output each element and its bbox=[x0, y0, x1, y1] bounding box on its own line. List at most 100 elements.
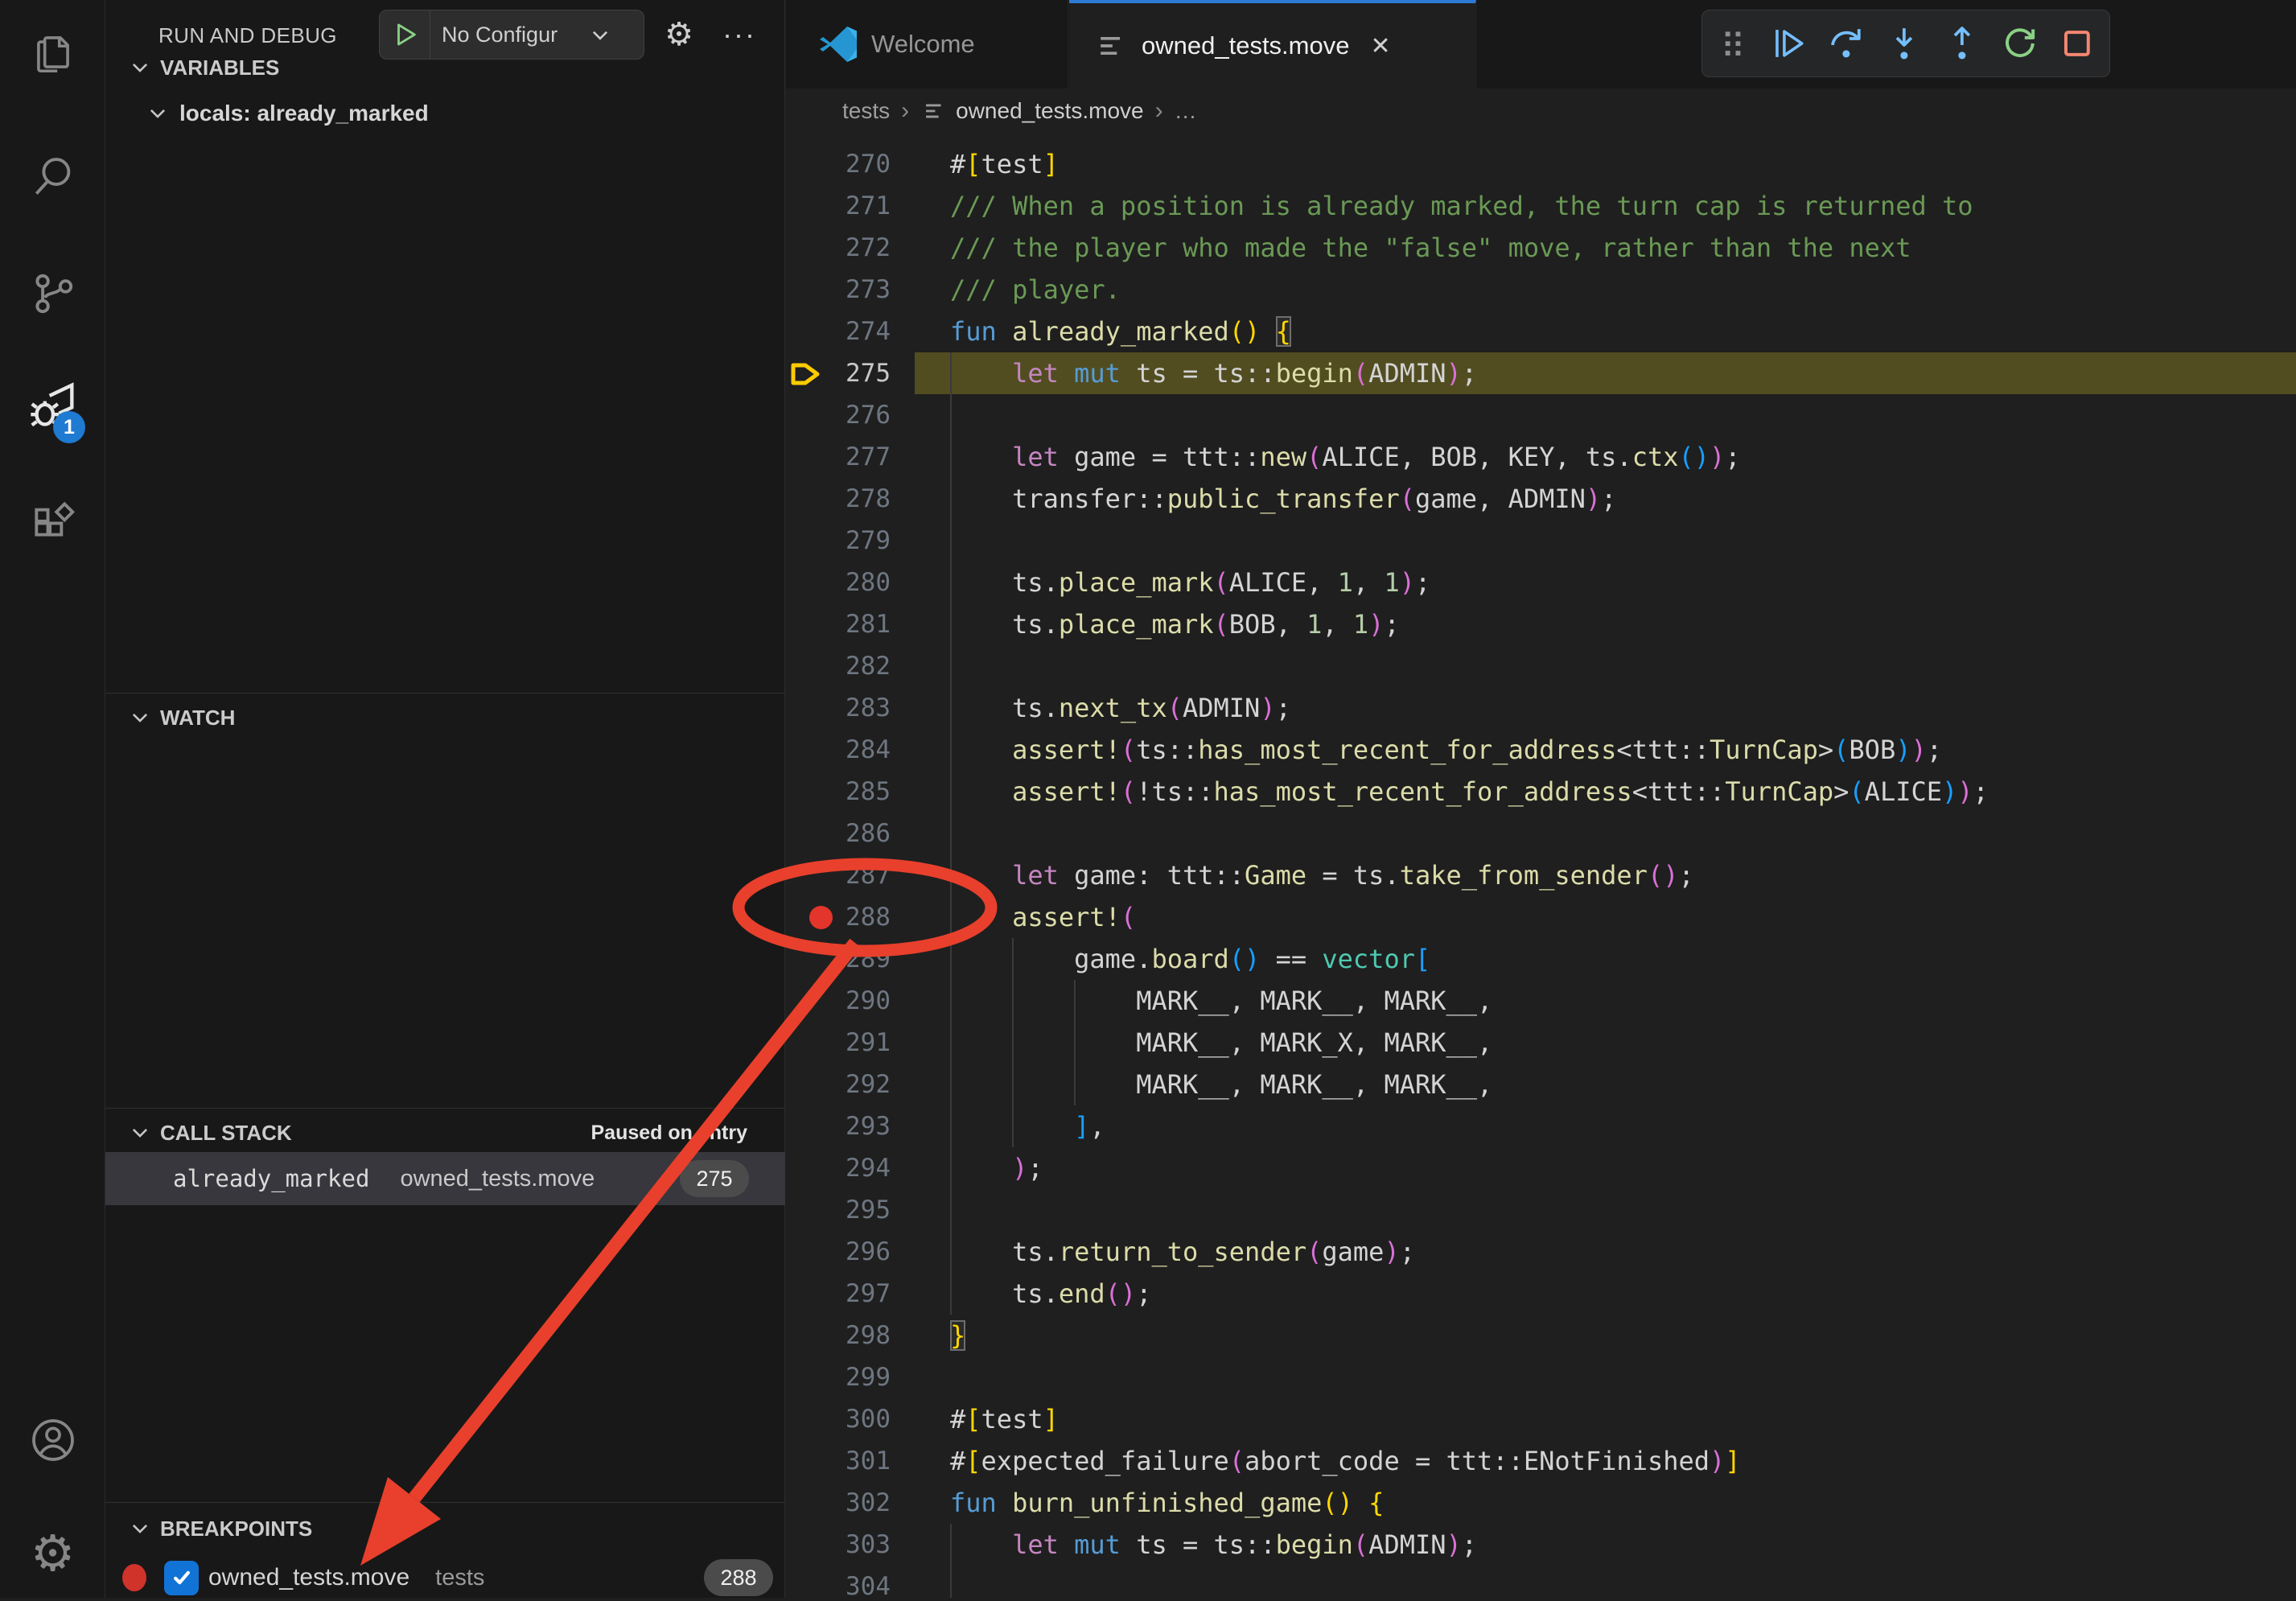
sidebar-item-search[interactable] bbox=[0, 138, 105, 216]
gutter[interactable]: 273 bbox=[786, 269, 915, 311]
code-line-297[interactable]: 297 ts.end(); bbox=[786, 1273, 2296, 1315]
gutter[interactable]: 272 bbox=[786, 227, 915, 269]
step-over-button[interactable] bbox=[1827, 24, 1866, 63]
code-line-285[interactable]: 285 assert!(!ts::has_most_recent_for_add… bbox=[786, 771, 2296, 813]
section-variables[interactable]: VARIABLES bbox=[105, 50, 785, 85]
code-line-301[interactable]: 301#[expected_failure(abort_code = ttt::… bbox=[786, 1440, 2296, 1482]
gutter[interactable]: 275 bbox=[786, 352, 915, 394]
code-line-291[interactable]: 291 MARK__, MARK_X, MARK__, bbox=[786, 1022, 2296, 1064]
code-line-280[interactable]: 280 ts.place_mark(ALICE, 1, 1); bbox=[786, 562, 2296, 603]
gutter[interactable]: 290 bbox=[786, 980, 915, 1022]
gutter[interactable]: 301 bbox=[786, 1440, 915, 1482]
gutter[interactable]: 289 bbox=[786, 938, 915, 980]
code-line-281[interactable]: 281 ts.place_mark(BOB, 1, 1); bbox=[786, 603, 2296, 645]
gutter[interactable]: 298 bbox=[786, 1315, 915, 1356]
code-line-302[interactable]: 302fun burn_unfinished_game() { bbox=[786, 1482, 2296, 1524]
code-line-298[interactable]: 298} bbox=[786, 1315, 2296, 1356]
gutter[interactable]: 274 bbox=[786, 311, 915, 352]
gutter[interactable]: 285 bbox=[786, 771, 915, 813]
code-line-292[interactable]: 292 MARK__, MARK__, MARK__, bbox=[786, 1064, 2296, 1105]
code-line-273[interactable]: 273/// player. bbox=[786, 269, 2296, 311]
code-line-270[interactable]: 270#[test] bbox=[786, 143, 2296, 185]
breakpoint-checkbox[interactable] bbox=[164, 1561, 199, 1595]
gutter[interactable]: 276 bbox=[786, 394, 915, 436]
code-line-274[interactable]: 274fun already_marked() { bbox=[786, 311, 2296, 352]
code-line-283[interactable]: 283 ts.next_tx(ADMIN); bbox=[786, 687, 2296, 729]
breadcrumb-folder[interactable]: tests bbox=[842, 98, 890, 124]
continue-button[interactable] bbox=[1770, 24, 1808, 63]
sidebar-item-explorer[interactable] bbox=[0, 14, 105, 91]
variables-scope-locals[interactable]: locals: already_marked bbox=[105, 95, 785, 132]
gutter[interactable]: 282 bbox=[786, 645, 915, 687]
code-line-295[interactable]: 295 bbox=[786, 1189, 2296, 1231]
drag-handle-icon[interactable] bbox=[1715, 26, 1751, 61]
gutter[interactable]: 296 bbox=[786, 1231, 915, 1273]
section-watch[interactable]: WATCH bbox=[105, 700, 785, 735]
sidebar-item-run-and-debug[interactable]: 1 bbox=[0, 368, 105, 445]
gutter[interactable]: 291 bbox=[786, 1022, 915, 1064]
breadcrumb-more[interactable]: … bbox=[1175, 98, 1197, 124]
code-line-278[interactable]: 278 transfer::public_transfer(game, ADMI… bbox=[786, 478, 2296, 520]
code-area[interactable]: 270#[test]271/// When a position is alre… bbox=[786, 134, 2296, 1598]
gutter[interactable]: 271 bbox=[786, 185, 915, 227]
section-breakpoints[interactable]: BREAKPOINTS bbox=[105, 1511, 785, 1546]
sidebar-item-source-control[interactable] bbox=[0, 255, 105, 332]
code-line-279[interactable]: 279 bbox=[786, 520, 2296, 562]
code-line-294[interactable]: 294 ); bbox=[786, 1147, 2296, 1189]
accounts-icon[interactable] bbox=[0, 1401, 105, 1479]
code-line-299[interactable]: 299 bbox=[786, 1356, 2296, 1398]
gutter[interactable]: 304 bbox=[786, 1566, 915, 1598]
start-debug-icon[interactable] bbox=[380, 21, 430, 48]
code-line-290[interactable]: 290 MARK__, MARK__, MARK__, bbox=[786, 980, 2296, 1022]
line-number: 302 bbox=[810, 1482, 891, 1524]
code-line-271[interactable]: 271/// When a position is already marked… bbox=[786, 185, 2296, 227]
tab-owned-tests[interactable]: owned_tests.move ✕ bbox=[1069, 0, 1476, 88]
code-line-300[interactable]: 300#[test] bbox=[786, 1398, 2296, 1440]
code-line-282[interactable]: 282 bbox=[786, 645, 2296, 687]
gutter[interactable]: 283 bbox=[786, 687, 915, 729]
gutter[interactable]: 277 bbox=[786, 436, 915, 478]
code-line-287[interactable]: 287 let game: ttt::Game = ts.take_from_s… bbox=[786, 854, 2296, 896]
gutter[interactable]: 284 bbox=[786, 729, 915, 771]
code-line-277[interactable]: 277 let game = ttt::new(ALICE, BOB, KEY,… bbox=[786, 436, 2296, 478]
step-into-button[interactable] bbox=[1885, 24, 1924, 63]
gutter[interactable]: 295 bbox=[786, 1189, 915, 1231]
gutter[interactable]: 299 bbox=[786, 1356, 915, 1398]
gutter[interactable]: 278 bbox=[786, 478, 915, 520]
gutter[interactable]: 297 bbox=[786, 1273, 915, 1315]
code-line-288[interactable]: 288 assert!( bbox=[786, 896, 2296, 938]
code-line-296[interactable]: 296 ts.return_to_sender(game); bbox=[786, 1231, 2296, 1273]
step-out-button[interactable] bbox=[1943, 24, 1981, 63]
code-line-276[interactable]: 276 bbox=[786, 394, 2296, 436]
sidebar-item-extensions[interactable] bbox=[0, 487, 105, 564]
gutter[interactable]: 287 bbox=[786, 854, 915, 896]
gutter[interactable]: 300 bbox=[786, 1398, 915, 1440]
code-line-272[interactable]: 272/// the player who made the "false" m… bbox=[786, 227, 2296, 269]
code-line-304[interactable]: 304 bbox=[786, 1566, 2296, 1598]
gutter[interactable]: 288 bbox=[786, 896, 915, 938]
gutter[interactable]: 292 bbox=[786, 1064, 915, 1105]
gutter[interactable]: 302 bbox=[786, 1482, 915, 1524]
code-line-284[interactable]: 284 assert!(ts::has_most_recent_for_addr… bbox=[786, 729, 2296, 771]
gutter[interactable]: 281 bbox=[786, 603, 915, 645]
gutter[interactable]: 270 bbox=[786, 143, 915, 185]
restart-button[interactable] bbox=[2001, 24, 2039, 63]
code-line-303[interactable]: 303 let mut ts = ts::begin(ADMIN); bbox=[786, 1524, 2296, 1566]
stop-button[interactable] bbox=[2058, 24, 2096, 63]
gutter[interactable]: 303 bbox=[786, 1524, 915, 1566]
gutter[interactable]: 279 bbox=[786, 520, 915, 562]
code-line-286[interactable]: 286 bbox=[786, 813, 2296, 854]
code-line-275[interactable]: 275 let mut ts = ts::begin(ADMIN); bbox=[786, 352, 2296, 394]
gutter[interactable]: 294 bbox=[786, 1147, 915, 1189]
close-icon[interactable]: ✕ bbox=[1370, 32, 1390, 60]
settings-gear-icon[interactable]: ⚙ bbox=[0, 1514, 105, 1591]
gutter[interactable]: 293 bbox=[786, 1105, 915, 1147]
call-stack-frame[interactable]: already_marked owned_tests.move 275 bbox=[105, 1152, 785, 1205]
gutter[interactable]: 286 bbox=[786, 813, 915, 854]
gutter[interactable]: 280 bbox=[786, 562, 915, 603]
breadcrumb-file[interactable]: owned_tests.move bbox=[956, 98, 1143, 124]
code-line-289[interactable]: 289 game.board() == vector[ bbox=[786, 938, 2296, 980]
tab-welcome[interactable]: Welcome bbox=[786, 0, 1068, 88]
breakpoint-list-item[interactable]: owned_tests.move tests 288 bbox=[105, 1554, 785, 1601]
code-line-293[interactable]: 293 ], bbox=[786, 1105, 2296, 1147]
